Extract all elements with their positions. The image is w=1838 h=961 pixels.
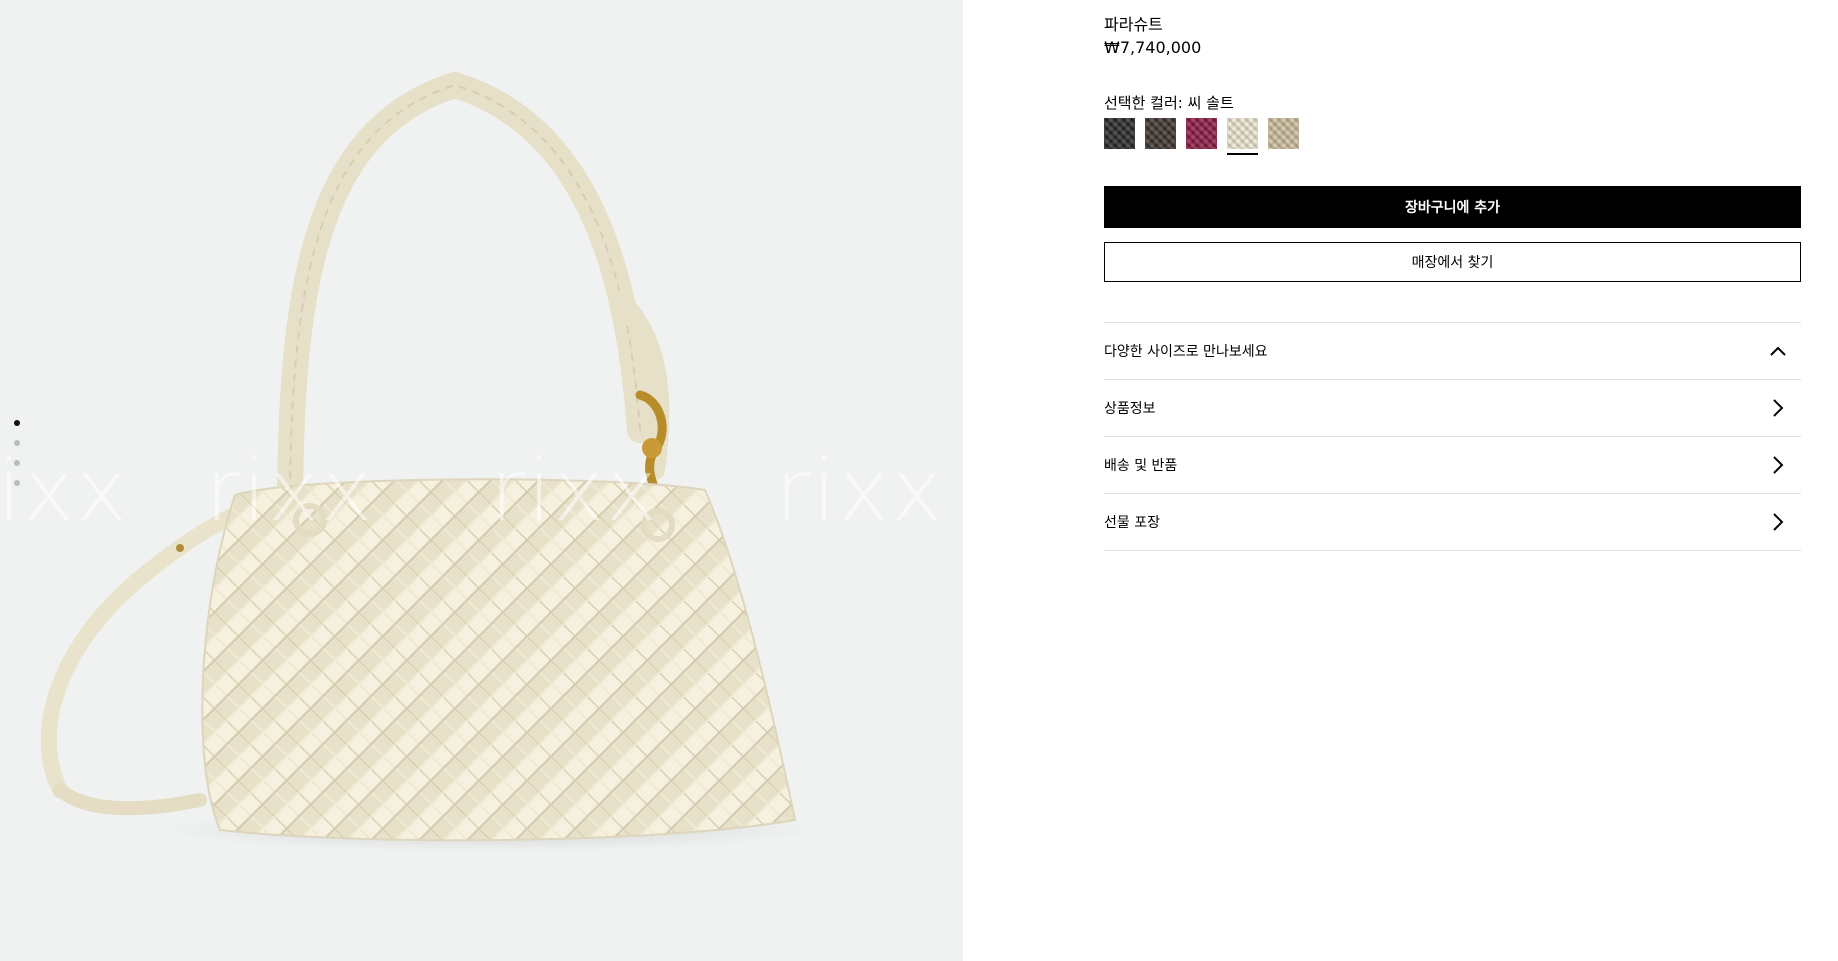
product-image-gallery[interactable]: rixx rixx rixx rixx [0,0,963,961]
product-image [40,71,820,852]
accordion-gift-wrap[interactable]: 선물 포장 [1104,494,1801,551]
accordion-shipping-returns[interactable]: 배송 및 반품 [1104,437,1801,494]
accordion-sizes[interactable]: 다양한 사이즈로 만나보세요 [1104,323,1801,380]
swatch-sea-salt[interactable] [1227,118,1258,155]
swatch-chip [1145,118,1176,149]
accordion-label: 배송 및 반품 [1104,458,1178,474]
selected-color-label: 선택한 컬러: 씨 솔트 [1104,94,1234,112]
accordion-product-info[interactable]: 상품정보 [1104,380,1801,437]
product-price: ₩7,740,000 [1104,38,1202,57]
swatch-dark-brown[interactable] [1145,118,1176,149]
chevron-right-icon [1767,397,1789,419]
product-name: 파라슈트 [1104,15,1163,34]
slide-indicator [14,420,20,486]
slide-dot-3[interactable] [14,460,20,466]
swatch-chip [1227,118,1258,149]
accordion-label: 선물 포장 [1104,515,1160,531]
swatch-black[interactable] [1104,118,1135,149]
accordion-label: 상품정보 [1104,401,1156,417]
swatch-chip [1186,118,1217,149]
chevron-up-icon [1767,340,1789,362]
slide-dot-1[interactable] [14,420,20,426]
accordion-label: 다양한 사이즈로 만나보세요 [1104,344,1268,360]
swatch-magenta[interactable] [1186,118,1217,149]
slide-dot-2[interactable] [14,440,20,446]
find-in-store-button[interactable]: 매장에서 찾기 [1104,242,1801,282]
product-page: rixx rixx rixx rixx 파라슈트 ₩7,740,000 선택한 … [0,0,1838,961]
slide-dot-4[interactable] [14,480,20,486]
product-accordion: 다양한 사이즈로 만나보세요 상품정보 배송 및 반품 선물 포장 [1104,322,1801,551]
swatch-beige[interactable] [1268,118,1299,149]
add-to-cart-button[interactable]: 장바구니에 추가 [1104,186,1801,228]
color-swatches [1104,118,1299,155]
swatch-chip [1104,118,1135,149]
chevron-right-icon [1767,454,1789,476]
chevron-right-icon [1767,511,1789,533]
swatch-chip [1268,118,1299,149]
